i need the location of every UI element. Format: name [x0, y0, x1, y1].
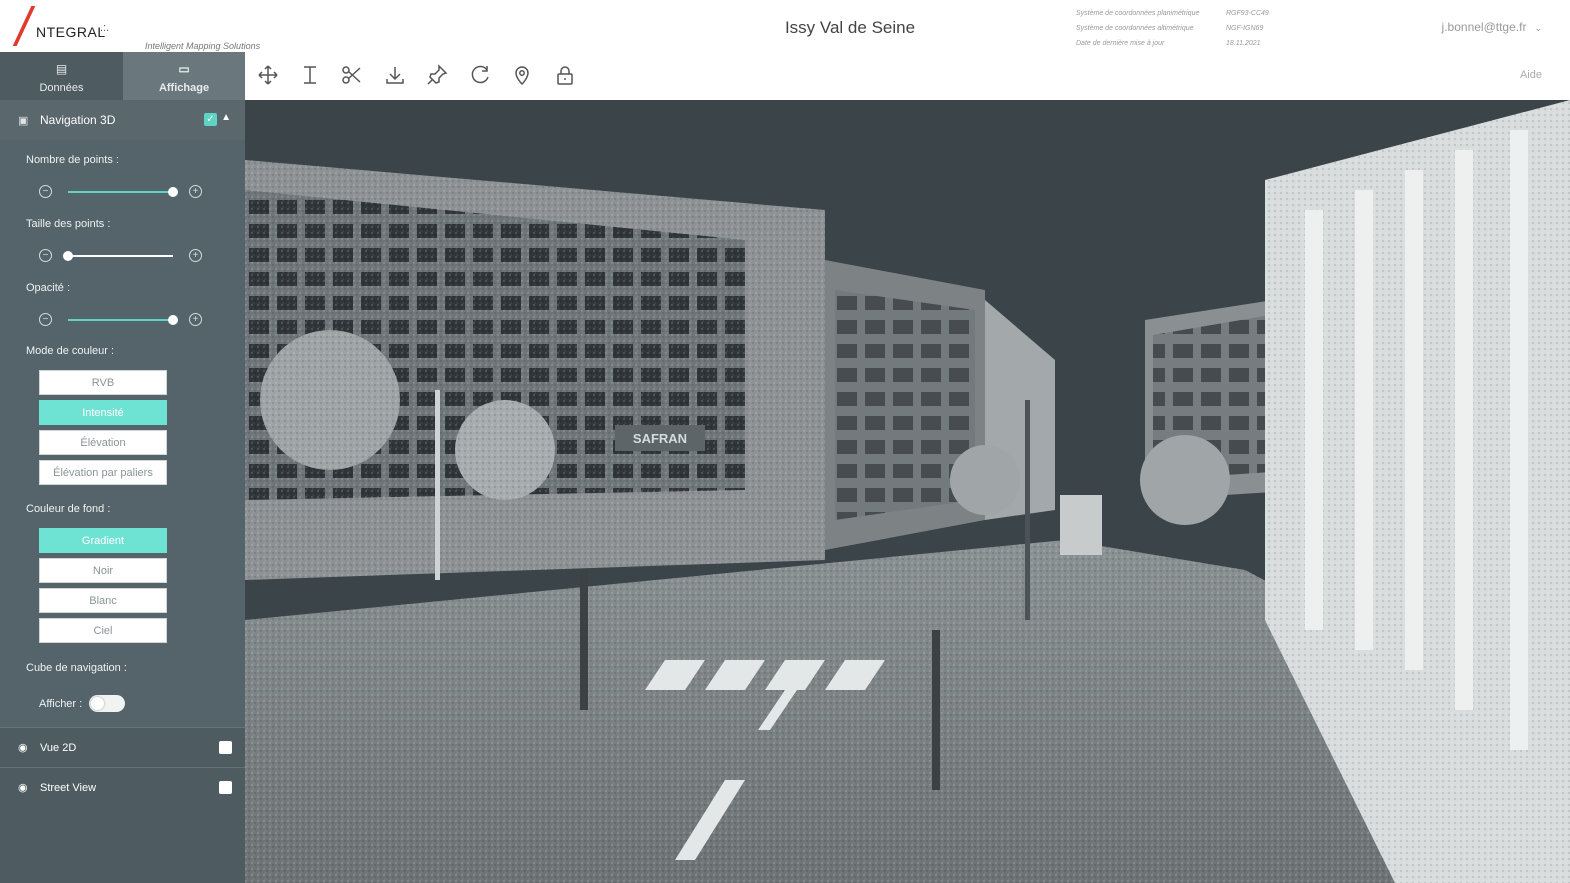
navigation-3d-panel: Nombre de points : − + Taille des points…: [0, 140, 245, 727]
point-size-label: Taille des points :: [26, 218, 111, 230]
background-gradient-button[interactable]: Gradient: [39, 528, 167, 553]
column: [1355, 190, 1373, 650]
traffic-light: [580, 570, 588, 710]
meta-label: Date de dernière mise à jour: [1076, 40, 1165, 47]
slider-handle[interactable]: [168, 315, 178, 325]
image-icon: ▣: [18, 114, 29, 127]
tree: [1140, 435, 1230, 525]
column: [1305, 210, 1323, 630]
street-view-checkbox[interactable]: [219, 781, 232, 794]
point-cloud-scene[interactable]: SAFRAN: [245, 100, 1570, 883]
color-mode-label: Mode de couleur :: [26, 345, 115, 357]
color-mode-rvb-button[interactable]: RVB: [39, 370, 167, 395]
tab-affichage[interactable]: ▭ Affichage: [123, 52, 245, 100]
project-metadata: Système de coordonnées planimétrique RGF9…: [1076, 6, 1269, 51]
tab-label: Données: [39, 82, 84, 94]
column: [1510, 130, 1528, 750]
color-mode-intensite-button[interactable]: Intensité: [39, 400, 167, 425]
plus-circle-icon[interactable]: +: [189, 185, 202, 198]
slider-track[interactable]: [68, 187, 178, 197]
toggle-knob: [91, 697, 104, 710]
section-street-view[interactable]: ◉ Street View: [0, 767, 245, 807]
background-ciel-button[interactable]: Ciel: [39, 618, 167, 643]
slider-fill: [68, 319, 173, 321]
column: [1455, 150, 1473, 710]
pin-icon[interactable]: [426, 64, 448, 86]
points-count-slider[interactable]: − +: [39, 185, 204, 201]
help-link[interactable]: Aide: [1520, 69, 1542, 81]
color-mode-elevation-paliers-button[interactable]: Élévation par paliers: [39, 460, 167, 485]
chevron-down-icon: ⌄: [1534, 23, 1542, 33]
slider-handle[interactable]: [168, 187, 178, 197]
tree: [950, 445, 1020, 515]
minus-circle-icon[interactable]: −: [39, 313, 52, 326]
plus-circle-icon[interactable]: +: [189, 249, 202, 262]
slider-track[interactable]: [63, 251, 173, 261]
slider-track[interactable]: [68, 315, 178, 325]
section-label: Navigation 3D: [40, 113, 116, 127]
street-lamp: [1025, 400, 1030, 620]
meta-label: Système de coordonnées altimétrique: [1076, 25, 1194, 32]
download-icon[interactable]: [384, 64, 406, 86]
information-panel: [1060, 495, 1102, 555]
traffic-light: [932, 630, 940, 790]
move-icon[interactable]: [257, 64, 279, 86]
vue-2d-checkbox[interactable]: [219, 741, 232, 754]
tagline: Intelligent Mapping Solutions: [145, 41, 261, 51]
point-cloud-viewer[interactable]: SAFRAN: [245, 100, 1570, 883]
tab-donnees[interactable]: ▤ Données: [0, 52, 123, 100]
street-lamp: [435, 390, 440, 580]
points-count-label: Nombre de points :: [26, 154, 119, 166]
tab-label: Affichage: [158, 82, 210, 94]
globe-icon: ◉: [18, 742, 28, 754]
company-sign-text: SAFRAN: [633, 431, 687, 446]
sidebar-tabs: ▤ Données ▭ Affichage: [0, 52, 245, 100]
section-label: Vue 2D: [40, 741, 77, 754]
location-icon[interactable]: [511, 64, 533, 86]
chevron-up-icon[interactable]: ▲: [221, 112, 231, 123]
minus-circle-icon[interactable]: −: [39, 185, 52, 198]
point-size-slider[interactable]: − +: [39, 249, 204, 265]
meta-label: Système de coordonnées planimétrique: [1076, 10, 1200, 17]
lock-icon[interactable]: [554, 64, 576, 86]
meta-value: 18.11.2021: [1226, 40, 1261, 47]
slider-fill: [68, 191, 173, 193]
background-blanc-button[interactable]: Blanc: [39, 588, 167, 613]
project-title: Issy Val de Seine: [784, 18, 916, 37]
tree-texture: [455, 400, 555, 500]
minus-circle-icon[interactable]: −: [39, 249, 52, 262]
color-mode-elevation-button[interactable]: Élévation: [39, 430, 167, 455]
monitor-icon: ▭: [178, 62, 190, 76]
toolbar: Aide: [245, 52, 1570, 100]
reset-view-icon[interactable]: [469, 64, 491, 86]
height-measure-icon[interactable]: [299, 64, 321, 86]
document-icon: ▤: [55, 62, 68, 76]
section-navigation-3d[interactable]: ▣ Navigation 3D ✓ ▲: [0, 100, 245, 140]
background-label: Couleur de fond :: [26, 503, 111, 515]
scissors-icon[interactable]: [341, 64, 363, 86]
sidebar: ▤ Données ▭ Affichage ▣ Navigation 3D ✓ …: [0, 52, 245, 883]
show-cube-label: Afficher :: [39, 698, 83, 710]
opacity-slider[interactable]: − +: [39, 313, 204, 329]
section-vue-2d[interactable]: ◉ Vue 2D: [0, 727, 245, 767]
show-cube-toggle[interactable]: [89, 695, 125, 712]
user-email: j.bonnel@ttge.fr: [1441, 20, 1527, 34]
meta-value: NGF-IGN69: [1226, 25, 1264, 32]
column: [1405, 170, 1423, 670]
slider-handle[interactable]: [63, 251, 73, 261]
navigation-3d-checkbox[interactable]: ✓: [204, 113, 217, 126]
navigation-cube-label: Cube de navigation :: [26, 662, 127, 674]
camera-icon: ◉: [18, 782, 28, 794]
section-label: Street View: [40, 781, 97, 794]
opacity-label: Opacité :: [26, 282, 71, 294]
background-noir-button[interactable]: Noir: [39, 558, 167, 583]
tree-texture: [260, 330, 400, 470]
user-menu[interactable]: j.bonnel@ttge.fr ⌄: [1442, 20, 1542, 34]
plus-circle-icon[interactable]: +: [189, 313, 202, 326]
meta-value: RGF93-CC49: [1226, 10, 1269, 17]
header: NTEGRAL .:. Intelligent Mapping Solution…: [0, 0, 1570, 52]
